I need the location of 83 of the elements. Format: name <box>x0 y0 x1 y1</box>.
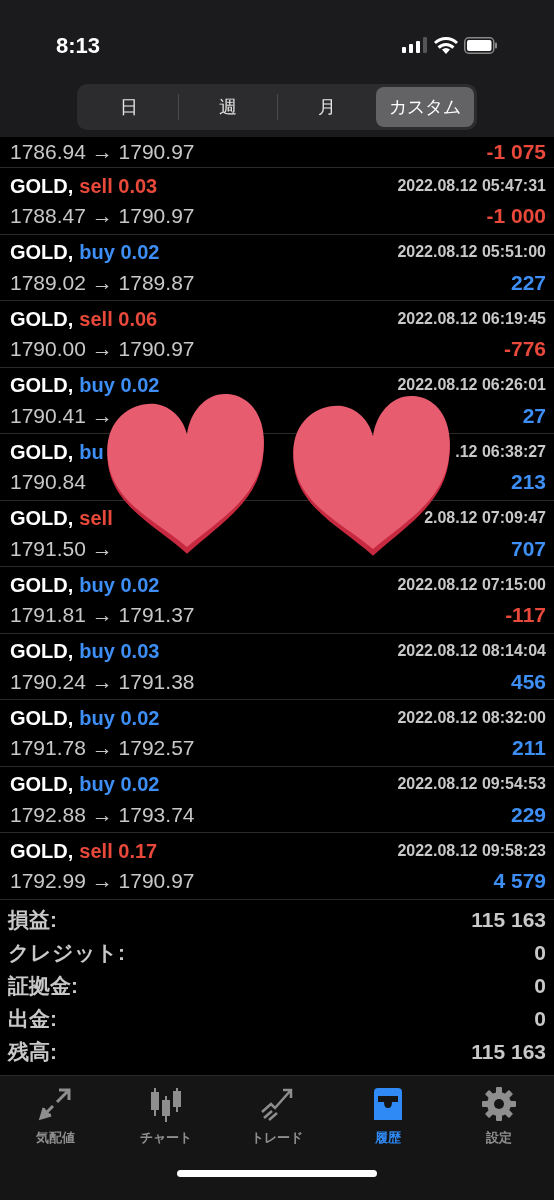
summary-label: 証拠金: <box>8 973 78 1000</box>
trade-symbol: GOLD, <box>10 639 74 665</box>
trade-symbol: GOLD, <box>10 306 74 332</box>
trade-prices: 1792.88 → 1793.74 <box>10 801 195 828</box>
trade-prices: 1791.50 → <box>10 535 113 562</box>
trade-prices: 1790.84 <box>10 469 86 495</box>
trade-symbol: GOLD, <box>10 705 74 731</box>
trade-profit: 4 579 <box>493 868 546 894</box>
tab-bar-item[interactable]: トレード <box>232 1086 322 1148</box>
trade-profit: 707 <box>510 535 546 562</box>
battery-icon <box>464 36 498 54</box>
summary-label: 残高: <box>8 1039 57 1066</box>
trade-prices: 1790.24 → 1791.38 <box>10 668 195 695</box>
period-tab[interactable]: 月 <box>278 87 376 127</box>
summary-value: 0 <box>534 940 546 967</box>
trade-order: sell 0.06 <box>79 306 158 332</box>
trade-order: sell 0.17 <box>79 838 158 864</box>
trade-time: 2022.08.12 08:32:00 <box>397 707 546 728</box>
trade-order: buy 0.03 <box>79 639 160 665</box>
trade-profit: 227 <box>510 269 546 296</box>
period-tab[interactable]: 週 <box>179 87 277 127</box>
trade-order: sell <box>79 506 113 532</box>
tab-bar-item[interactable]: チャート <box>121 1086 212 1148</box>
trade-symbol: GOLD, <box>10 439 74 465</box>
trade-time: .12 06:38:27 <box>455 441 546 462</box>
trade-symbol: GOLD, <box>10 506 74 532</box>
trade-prices: 1789.02 → 1789.87 <box>10 269 195 296</box>
trade-profit: 27 <box>522 402 546 429</box>
trade-profit: 213 <box>510 469 546 495</box>
trade-order: sell 0.03 <box>79 173 158 199</box>
trade-symbol: GOLD, <box>10 240 74 266</box>
trade-profit: -776 <box>503 336 546 362</box>
trade-symbol: GOLD, <box>10 572 74 598</box>
trade-symbol: GOLD, <box>10 373 74 399</box>
trade-order: buy 0.02 <box>79 240 160 266</box>
trade-order: buy 0.02 <box>79 705 160 731</box>
period-tab[interactable]: 日 <box>80 87 178 127</box>
trade-prices: 1786.94 → 1790.97 <box>10 139 195 166</box>
trade-order: buy 0.02 <box>79 772 160 798</box>
summary-value: 0 <box>534 1006 546 1033</box>
trade-time: 2022.08.12 08:14:04 <box>397 641 546 662</box>
trade-time: 2.08.12 07:09:47 <box>424 508 546 529</box>
trade-prices: 1790.41 → <box>10 402 113 429</box>
trade-time: 2022.08.12 05:47:31 <box>397 175 546 196</box>
trade-profit: 456 <box>510 668 546 695</box>
trade-profit: 229 <box>510 801 546 828</box>
trade-prices: 1790.00 → 1790.97 <box>10 336 195 362</box>
trade-prices: 1788.47 → 1790.97 <box>10 203 195 229</box>
trade-symbol: GOLD, <box>10 772 74 798</box>
status-time: 8:13 <box>56 31 101 60</box>
summary-value: 115 163 <box>471 907 546 934</box>
wifi-icon <box>434 36 458 54</box>
signal-icon <box>402 37 428 53</box>
tab-bar-item[interactable]: 気配値 <box>10 1086 101 1148</box>
summary-value: 115 163 <box>471 1039 546 1066</box>
settings-icon <box>480 1086 517 1122</box>
trend-arrow-icon <box>259 1086 295 1122</box>
trade-prices: 1791.81 → 1791.37 <box>10 602 195 628</box>
summary-label: 損益: <box>8 907 57 934</box>
trade-time: 2022.08.12 06:26:01 <box>397 375 546 396</box>
summary-value: 0 <box>534 973 546 1000</box>
trade-order: buy 0.02 <box>79 572 160 598</box>
trade-prices: 1792.99 → 1790.97 <box>10 868 195 894</box>
trade-time: 2022.08.12 09:58:23 <box>397 840 546 861</box>
summary-label: クレジット: <box>8 940 125 967</box>
trade-profit: -117 <box>505 602 546 628</box>
tab-bar-item[interactable]: 設定 <box>453 1086 544 1148</box>
period-tab[interactable]: カスタム <box>376 87 474 127</box>
trade-symbol: GOLD, <box>10 838 74 864</box>
trade-profit: -1 075 <box>486 139 546 166</box>
trade-time: 2022.08.12 05:51:00 <box>397 242 546 263</box>
trade-profit: -1 000 <box>486 203 546 229</box>
trade-order: buy 0.02 <box>79 373 160 399</box>
trade-symbol: GOLD, <box>10 173 74 199</box>
trade-time: 2022.08.12 06:19:45 <box>397 308 546 329</box>
diagonal-arrows-icon <box>37 1086 74 1122</box>
trade-profit: 211 <box>512 735 546 761</box>
trade-prices: 1791.78 → 1792.57 <box>10 735 195 761</box>
tab-bar-item[interactable]: 履歴 <box>342 1086 433 1148</box>
summary-label: 出金: <box>8 1006 57 1033</box>
trade-time: 2022.08.12 09:54:53 <box>397 774 546 795</box>
trade-order: bu <box>79 439 104 465</box>
trade-time: 2022.08.12 07:15:00 <box>397 574 546 595</box>
